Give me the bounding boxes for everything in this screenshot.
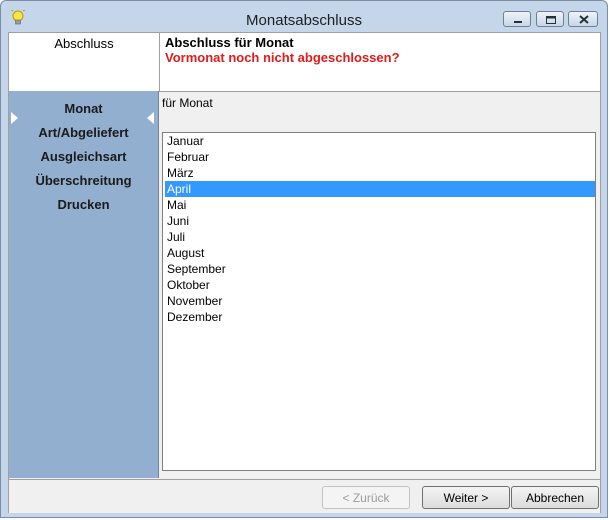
maximize-icon <box>546 16 556 24</box>
cancel-button[interactable]: Abbrechen <box>511 486 599 509</box>
wizard-footer: < Zurück Weiter > Abbrechen <box>9 479 600 513</box>
wizard-step-sidebar: Monat Art/Abgeliefert Ausgleichsart Über… <box>9 91 159 478</box>
back-button[interactable]: < Zurück <box>322 486 410 509</box>
list-item-februar[interactable]: Februar <box>165 149 595 165</box>
list-item-juli[interactable]: Juli <box>165 229 595 245</box>
sidebar-item-label: Ausgleichsart <box>40 149 127 164</box>
list-item-januar[interactable]: Januar <box>165 133 595 149</box>
section-label: Abschluss <box>54 36 114 51</box>
header-section-panel: Abschluss <box>9 33 160 91</box>
dialog-client-area: Abschluss Abschluss für Monat Vormonat n… <box>8 32 601 513</box>
list-item-dezember[interactable]: Dezember <box>165 309 595 325</box>
close-button[interactable] <box>568 11 598 27</box>
close-icon <box>579 15 589 24</box>
list-item-mai[interactable]: Mai <box>165 197 595 213</box>
sidebar-item-monat[interactable]: Monat <box>9 101 158 124</box>
list-item-september[interactable]: September <box>165 261 595 277</box>
sidebar-item-label: Art/Abgeliefert <box>38 125 129 140</box>
list-item-august[interactable]: August <box>165 245 595 261</box>
minimize-button[interactable] <box>503 11 531 27</box>
list-item-oktober[interactable]: Oktober <box>165 277 595 293</box>
warning-text: Vormonat noch nicht abgeschlossen? <box>165 50 400 65</box>
month-list-label: für Monat <box>162 96 213 110</box>
active-step-right-arrow-icon <box>11 112 18 124</box>
sidebar-item-label: Überschreitung <box>35 173 132 188</box>
step-content: für Monat Januar Februar März April Mai … <box>159 92 600 478</box>
minimize-icon <box>514 21 522 23</box>
sidebar-item-art-abgeliefert[interactable]: Art/Abgeliefert <box>9 125 158 140</box>
sidebar-item-ausgleichsart[interactable]: Ausgleichsart <box>9 149 158 164</box>
list-item-maerz[interactable]: März <box>165 165 595 181</box>
title-bar[interactable]: Monatsabschluss <box>1 1 607 33</box>
list-item-november[interactable]: November <box>165 293 595 309</box>
sidebar-item-label: Monat <box>64 101 103 116</box>
active-step-left-arrow-icon <box>147 112 154 124</box>
maximize-button[interactable] <box>536 11 564 27</box>
next-button[interactable]: Weiter > <box>422 486 510 509</box>
sidebar-item-drucken[interactable]: Drucken <box>9 197 158 212</box>
sidebar-item-ueberschreitung[interactable]: Überschreitung <box>9 173 158 188</box>
list-item-april-selected[interactable]: April <box>165 181 595 197</box>
page-title: Abschluss für Monat <box>165 35 294 50</box>
dialog-window: Monatsabschluss Abschluss Abschluss für … <box>0 0 608 518</box>
sidebar-item-label: Drucken <box>57 197 110 212</box>
month-listbox[interactable]: Januar Februar März April Mai Juni Juli … <box>162 132 596 471</box>
wizard-header: Abschluss Abschluss für Monat Vormonat n… <box>9 33 600 92</box>
list-item-juni[interactable]: Juni <box>165 213 595 229</box>
